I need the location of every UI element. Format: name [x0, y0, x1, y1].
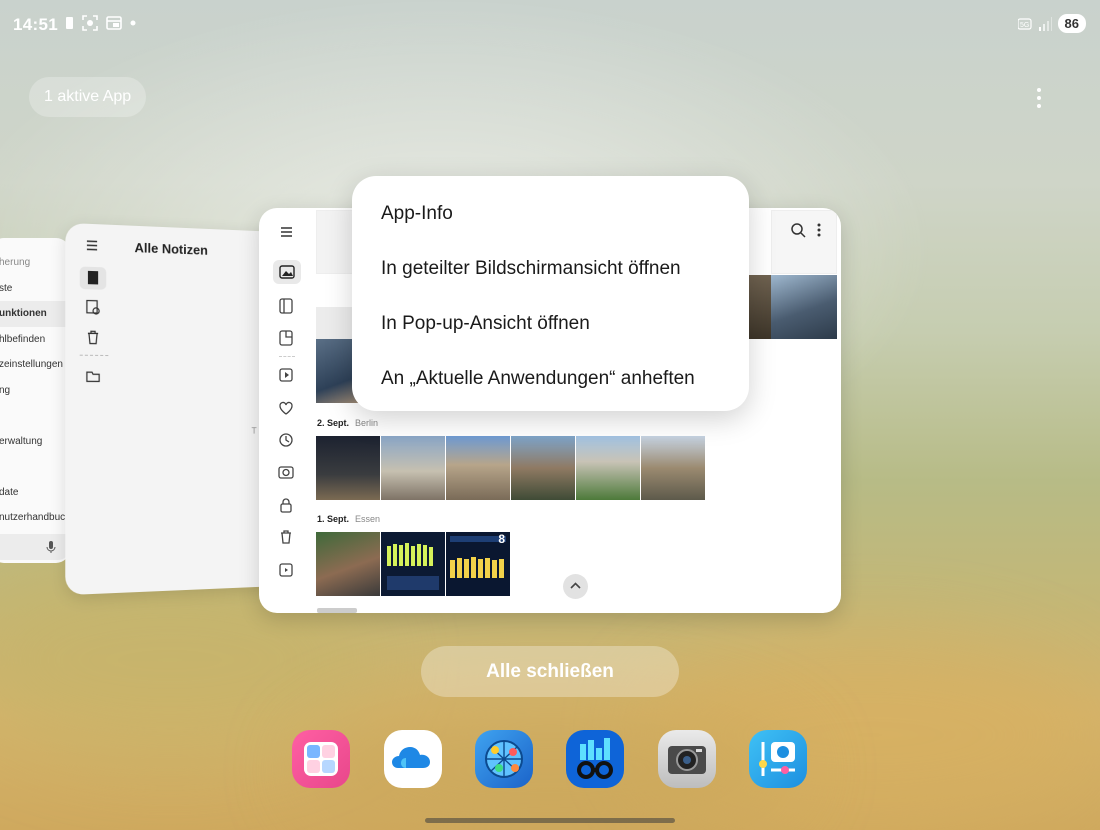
settings-item: ste: [0, 276, 70, 302]
notes-app-icon[interactable]: [292, 730, 350, 788]
divider: [279, 356, 295, 357]
photo-thumbnail[interactable]: [316, 436, 380, 500]
settings-item: erwaltung: [0, 429, 70, 455]
window-icon: [106, 16, 122, 30]
settings-thumbnail: [771, 210, 837, 274]
date-label: 2. Sept.: [317, 418, 349, 428]
settings-item: ng: [0, 378, 70, 404]
trash-icon: [276, 527, 298, 547]
chevron-up-icon: [563, 574, 588, 599]
settings-item: [0, 403, 70, 429]
photo-thumbnail: [749, 275, 771, 339]
settings-item: unktionen: [0, 301, 70, 327]
photo-thumbnail: [771, 275, 837, 339]
notes-edge-text: T: [251, 426, 256, 436]
camera-roll-icon: [276, 462, 298, 482]
status-time: 14:51: [13, 15, 58, 35]
status-bar: 14:51 5G 86: [0, 0, 1100, 50]
scroll-up-button[interactable]: [563, 574, 588, 599]
settings-list: herung ste unktionen hlbefinden zeinstel…: [0, 250, 70, 531]
settings-app-card[interactable]: herung ste unktionen hlbefinden zeinstel…: [0, 238, 70, 563]
more-options-icon[interactable]: [1030, 86, 1048, 110]
place-label: Essen: [355, 514, 380, 524]
menu-item-popup-view[interactable]: In Pop-up-Ansicht öffnen: [352, 296, 749, 351]
place-label: Berlin: [355, 418, 378, 428]
photo-thumbnail[interactable]: [641, 436, 705, 500]
benchmark-thumbnail[interactable]: 8: [446, 532, 510, 596]
home-indicator[interactable]: [425, 818, 675, 823]
menu-item-split-screen[interactable]: In geteilter Bildschirmansicht öffnen: [352, 241, 749, 296]
settings-item: herung: [0, 250, 70, 276]
settings-item: nutzerhandbuch: [0, 505, 70, 531]
date-header-essen: 1. Sept. Essen: [317, 514, 380, 524]
recent-icon: [276, 430, 298, 450]
date-header-berlin: 2. Sept. Berlin: [317, 418, 378, 428]
date-label: 1. Sept.: [317, 514, 349, 524]
context-menu: App-Info In geteilter Bildschirmansicht …: [352, 176, 749, 411]
settings-item: date: [0, 480, 70, 506]
more-icon[interactable]: [816, 222, 822, 238]
albums-icon: [276, 296, 298, 316]
status-right: 5G 86: [1018, 14, 1086, 33]
photo-thumbnail[interactable]: [316, 532, 380, 596]
shared-notes-icon: [85, 298, 105, 317]
videos-icon: [276, 365, 298, 385]
signal-icon: [1038, 17, 1052, 31]
mic-icon: [46, 541, 56, 553]
active-apps-button[interactable]: 1 aktive App: [29, 77, 146, 117]
dot-icon: [130, 20, 136, 26]
close-all-button[interactable]: Alle schließen: [421, 646, 679, 697]
notification-icons: [66, 15, 136, 31]
menu-item-pin-recent[interactable]: An „Aktuelle Anwendungen“ anheften: [352, 351, 749, 406]
photo-thumbnail[interactable]: [381, 436, 445, 500]
camera-icon[interactable]: [658, 730, 716, 788]
camera-settings-icon[interactable]: [749, 730, 807, 788]
menu-item-app-info[interactable]: App-Info: [352, 186, 749, 241]
pictures-icon: [273, 260, 301, 284]
slideshow-icon: [276, 560, 298, 580]
notes-title: Alle Notizen: [135, 240, 208, 258]
geekbench-icon[interactable]: [566, 730, 624, 788]
photo-thumbnail[interactable]: [446, 436, 510, 500]
photo-thumbnail[interactable]: [576, 436, 640, 500]
photo-thumbnail[interactable]: [511, 436, 575, 500]
bar-graphic: [381, 532, 445, 596]
onedrive-icon[interactable]: [384, 730, 442, 788]
network-map-icon[interactable]: [475, 730, 533, 788]
sim-icon: [66, 16, 74, 30]
stories-icon: [276, 328, 298, 348]
next-date-header: [317, 608, 357, 613]
search-icon[interactable]: [790, 222, 806, 238]
menu-icon: [276, 222, 298, 242]
notes-icon: [85, 269, 105, 288]
favorites-icon: [276, 398, 298, 418]
gallery-sidebar: [259, 208, 315, 613]
menu-icon: [82, 236, 102, 255]
secure-folder-icon: [276, 495, 298, 515]
benchmark-thumbnail[interactable]: [381, 532, 445, 596]
search-bar: [0, 534, 70, 560]
settings-item: hlbefinden: [0, 327, 70, 353]
5g-icon: 5G: [1018, 17, 1032, 31]
trash-icon: [85, 328, 105, 347]
settings-item: zeinstellungen: [0, 352, 70, 378]
folder-icon: [85, 367, 105, 386]
app-dock: [292, 730, 812, 788]
counter-label: 8: [498, 532, 505, 546]
screenshot-icon: [82, 15, 98, 31]
settings-item: [0, 454, 70, 480]
svg-text:5G: 5G: [1020, 22, 1029, 29]
divider: [80, 355, 109, 356]
battery-level: 86: [1058, 14, 1086, 33]
